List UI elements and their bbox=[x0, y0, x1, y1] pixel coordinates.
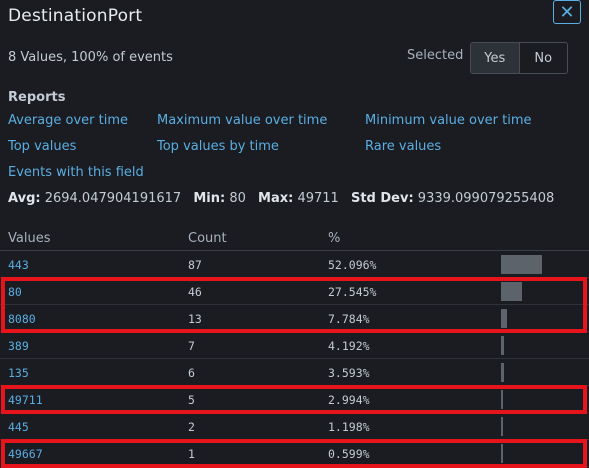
row-percent-bar bbox=[501, 390, 503, 409]
count-column-header[interactable]: Count bbox=[188, 231, 227, 246]
table-row: 389 7 4.192% bbox=[0, 332, 589, 359]
table-row: 135 6 3.593% bbox=[0, 359, 589, 386]
row-bar-track bbox=[501, 309, 563, 328]
values-column-header[interactable]: Values bbox=[8, 231, 50, 246]
table-row: 49667 1 0.599% bbox=[0, 440, 589, 467]
row-percent-bar bbox=[501, 363, 504, 382]
selected-yes-button[interactable]: Yes bbox=[471, 43, 520, 73]
row-count: 5 bbox=[188, 393, 195, 407]
row-percent: 7.784% bbox=[328, 312, 370, 326]
avg-value: 2694.047904191617 bbox=[44, 191, 182, 206]
row-bar-track bbox=[501, 390, 563, 409]
selected-no-button[interactable]: No bbox=[520, 43, 568, 73]
row-value-link[interactable]: 443 bbox=[8, 258, 29, 272]
reports-heading: Reports bbox=[8, 90, 66, 105]
row-bar-track bbox=[501, 444, 563, 463]
row-percent: 52.096% bbox=[328, 258, 377, 272]
table-row: 8080 13 7.784% bbox=[0, 305, 589, 332]
close-button[interactable]: ✕ bbox=[553, 0, 581, 24]
table-row: 445 2 1.198% bbox=[0, 413, 589, 440]
row-value-link[interactable]: 49711 bbox=[8, 393, 43, 407]
field-stats: Avg: 2694.047904191617 Min: 80 Max: 4971… bbox=[8, 191, 554, 206]
row-value-link[interactable]: 80 bbox=[8, 285, 22, 299]
table-row: 443 87 52.096% bbox=[0, 251, 589, 278]
row-count: 46 bbox=[188, 285, 202, 299]
std-dev-label: Std Dev: bbox=[350, 191, 414, 206]
row-percent-bar bbox=[501, 444, 503, 463]
report-link-top-values-by-time[interactable]: Top values by time bbox=[157, 139, 279, 154]
row-value-link[interactable]: 49667 bbox=[8, 447, 43, 461]
row-bar-track bbox=[501, 282, 563, 301]
table-row: 49711 5 2.994% bbox=[0, 386, 589, 413]
row-bar-track bbox=[501, 417, 563, 436]
row-percent: 2.994% bbox=[328, 393, 370, 407]
report-link-events-with-field[interactable]: Events with this field bbox=[8, 165, 144, 180]
report-link-minimum-over-time[interactable]: Minimum value over time bbox=[365, 113, 532, 128]
max-label: Max: bbox=[258, 191, 294, 206]
row-percent: 4.192% bbox=[328, 339, 370, 353]
row-count: 1 bbox=[188, 447, 195, 461]
row-value-link[interactable]: 445 bbox=[8, 420, 29, 434]
row-value-link[interactable]: 8080 bbox=[8, 312, 36, 326]
std-dev-value: 9339.099079255408 bbox=[417, 191, 555, 206]
row-percent-bar bbox=[501, 255, 542, 274]
row-value-link[interactable]: 135 bbox=[8, 366, 29, 380]
row-count: 7 bbox=[188, 339, 195, 353]
percent-column-header[interactable]: % bbox=[328, 231, 340, 246]
row-bar-track bbox=[501, 363, 563, 382]
row-bar-track bbox=[501, 336, 563, 355]
row-percent: 1.198% bbox=[328, 420, 370, 434]
min-label: Min: bbox=[193, 191, 226, 206]
report-link-maximum-over-time[interactable]: Maximum value over time bbox=[157, 113, 327, 128]
row-count: 2 bbox=[188, 420, 195, 434]
row-percent-bar bbox=[501, 282, 522, 301]
table-row: 80 46 27.545% bbox=[0, 278, 589, 305]
row-bar-track bbox=[501, 255, 563, 274]
row-count: 87 bbox=[188, 258, 202, 272]
selected-label: Selected bbox=[407, 48, 464, 63]
max-value: 49711 bbox=[297, 191, 339, 206]
row-percent: 3.593% bbox=[328, 366, 370, 380]
row-count: 13 bbox=[188, 312, 202, 326]
report-link-rare-values[interactable]: Rare values bbox=[365, 139, 441, 154]
row-value-link[interactable]: 389 bbox=[8, 339, 29, 353]
row-percent-bar bbox=[501, 309, 507, 328]
avg-label: Avg: bbox=[8, 191, 41, 206]
report-link-average-over-time[interactable]: Average over time bbox=[8, 113, 128, 128]
row-count: 6 bbox=[188, 366, 195, 380]
table-header: Values Count % bbox=[0, 229, 589, 251]
min-value: 80 bbox=[229, 191, 246, 206]
report-link-top-values[interactable]: Top values bbox=[8, 139, 76, 154]
selected-toggle: Yes No bbox=[470, 42, 568, 74]
row-percent: 27.545% bbox=[328, 285, 377, 299]
close-icon: ✕ bbox=[559, 1, 575, 23]
row-percent-bar bbox=[501, 336, 504, 355]
page-title: DestinationPort bbox=[8, 6, 143, 26]
values-summary: 8 Values, 100% of events bbox=[8, 50, 173, 65]
row-percent: 0.599% bbox=[328, 447, 370, 461]
row-percent-bar bbox=[501, 417, 503, 436]
